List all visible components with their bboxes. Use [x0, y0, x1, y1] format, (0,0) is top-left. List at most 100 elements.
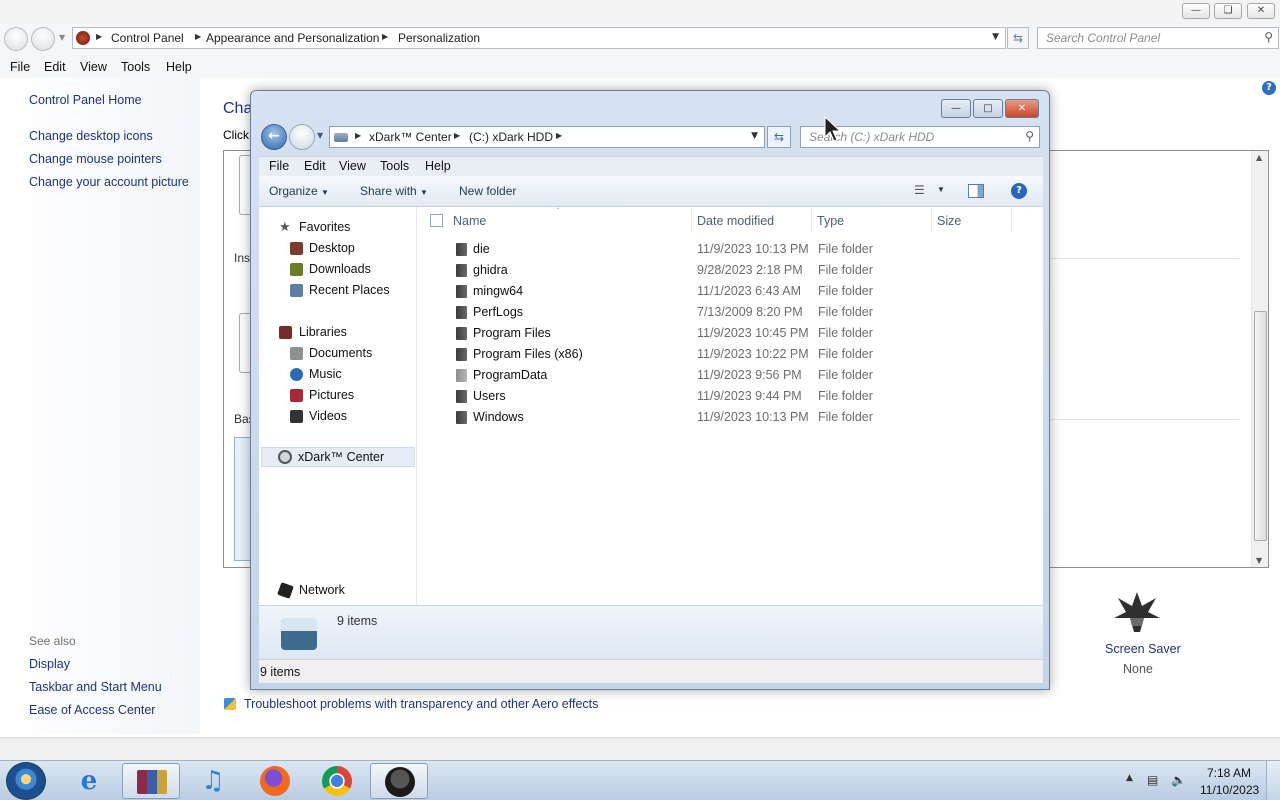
nav-libraries[interactable]: Libraries — [299, 325, 347, 339]
explorer-menu-view[interactable]: View — [339, 159, 366, 173]
ease-of-access-link[interactable]: Ease of Access Center — [29, 703, 155, 717]
cp-recent-pages-icon[interactable]: ▼ — [59, 33, 65, 42]
view-options-icon[interactable]: ☰ — [914, 183, 925, 197]
column-header-date[interactable]: Date modified — [697, 214, 774, 228]
explorer-back-button[interactable]: ← — [261, 124, 287, 150]
nav-music[interactable]: Music — [309, 367, 342, 381]
show-desktop-button[interactable] — [1266, 761, 1280, 800]
column-header-type[interactable]: Type — [817, 214, 844, 228]
cp-back-button[interactable] — [4, 27, 28, 51]
volume-muted-icon[interactable]: 🔈 — [1171, 773, 1186, 787]
breadcrumb-xdark-center[interactable]: xDark™ Center — [369, 130, 452, 144]
taskbar-firefox-button[interactable] — [246, 763, 304, 799]
table-row[interactable]: ghidra 9/28/2023 2:18 PM File folder — [418, 260, 1038, 281]
explorer-menu-help[interactable]: Help — [425, 159, 451, 173]
change-desktop-icons-link[interactable]: Change desktop icons — [29, 129, 153, 143]
column-header-size[interactable]: Size — [937, 214, 961, 228]
change-mouse-pointers-link[interactable]: Change mouse pointers — [29, 152, 162, 166]
nav-network[interactable]: Network — [299, 583, 345, 597]
preview-pane-icon[interactable] — [968, 184, 984, 198]
taskbar-chrome-button[interactable] — [308, 763, 366, 799]
table-row[interactable]: Program Files 11/9/2023 10:45 PM File fo… — [418, 323, 1038, 344]
cp-search-input[interactable]: Search Control Panel ⚲ — [1037, 27, 1279, 49]
explorer-close-button[interactable]: ✕ — [1005, 99, 1039, 118]
search-icon[interactable]: ⚲ — [1264, 30, 1273, 44]
clock-time[interactable]: 7:18 AM — [1207, 766, 1251, 780]
screen-saver-icon[interactable] — [1112, 588, 1162, 636]
table-row[interactable]: Windows 11/9/2023 10:13 PM File folder — [418, 407, 1038, 428]
column-divider[interactable] — [1011, 210, 1012, 230]
column-divider[interactable] — [691, 210, 692, 230]
chevron-down-icon[interactable]: ▼ — [751, 131, 758, 141]
taskbar-ie-button[interactable]: e — [60, 763, 118, 799]
column-divider[interactable] — [931, 210, 932, 230]
cp-forward-button[interactable] — [31, 27, 55, 51]
taskbar-winrar-button[interactable] — [122, 763, 180, 799]
taskbar-explorer-button[interactable] — [370, 763, 428, 799]
nav-pictures[interactable]: Pictures — [309, 388, 354, 402]
nav-xdark-center[interactable]: xDark™ Center — [298, 450, 384, 464]
table-row[interactable]: Users 11/9/2023 9:44 PM File folder — [418, 386, 1038, 407]
breadcrumb-control-panel[interactable]: Control Panel — [111, 31, 184, 45]
explorer-menu-edit[interactable]: Edit — [304, 159, 326, 173]
explorer-minimize-button[interactable]: — — [941, 99, 971, 118]
select-all-checkbox[interactable] — [430, 214, 443, 227]
help-icon[interactable]: ? — [1011, 183, 1027, 199]
troubleshoot-aero-link[interactable]: Troubleshoot problems with transparency … — [244, 697, 598, 711]
cp-minimize-button[interactable]: — — [1182, 3, 1210, 19]
clock-date[interactable]: 11/10/2023 — [1200, 783, 1259, 797]
nav-favorites[interactable]: Favorites — [299, 220, 350, 234]
scroll-up-icon[interactable]: ▲ — [1256, 153, 1262, 162]
help-icon[interactable]: ? — [1262, 81, 1276, 95]
nav-videos[interactable]: Videos — [309, 409, 347, 423]
explorer-address-bar[interactable]: ▶ xDark™ Center ▶ (C:) xDark HDD ▶ ▼ — [329, 126, 765, 148]
display-link[interactable]: Display — [29, 657, 70, 671]
share-with-button[interactable]: Share with ▼ — [360, 184, 428, 198]
explorer-menu-tools[interactable]: Tools — [380, 159, 409, 173]
cp-menu-help[interactable]: Help — [166, 60, 192, 74]
cp-vertical-scrollbar[interactable]: ▲ ▼ — [1251, 151, 1268, 567]
organize-button[interactable]: Organize ▼ — [269, 184, 329, 198]
chevron-down-icon[interactable]: ▼ — [937, 185, 945, 194]
cp-menu-file[interactable]: File — [10, 60, 30, 74]
cp-address-bar[interactable]: ▶ Control Panel ▶ Appearance and Persona… — [72, 27, 1006, 49]
nav-documents[interactable]: Documents — [309, 346, 372, 360]
breadcrumb-personalization[interactable]: Personalization — [398, 31, 480, 45]
table-row[interactable]: die 11/9/2023 10:13 PM File folder — [418, 239, 1038, 260]
nav-computer-selected[interactable]: xDark™ Center — [261, 447, 415, 467]
taskbar-start-menu-link[interactable]: Taskbar and Start Menu — [29, 680, 162, 694]
explorer-refresh-button[interactable]: ⇆ — [767, 126, 791, 148]
cp-menu-edit[interactable]: Edit — [44, 60, 66, 74]
change-account-picture-link[interactable]: Change your account picture — [29, 175, 189, 189]
cp-refresh-button[interactable]: ⇆ — [1007, 27, 1029, 49]
breadcrumb-c-drive[interactable]: (C:) xDark HDD — [469, 130, 553, 144]
search-icon[interactable]: ⚲ — [1025, 129, 1034, 143]
table-row[interactable]: PerfLogs 7/13/2009 8:20 PM File folder — [418, 302, 1038, 323]
column-header-name[interactable]: Name — [453, 214, 486, 228]
table-row[interactable]: ProgramData 11/9/2023 9:56 PM File folde… — [418, 365, 1038, 386]
breadcrumb-appearance[interactable]: Appearance and Personalization — [206, 31, 379, 45]
column-divider[interactable] — [811, 210, 812, 230]
cp-restore-button[interactable]: ❏ — [1214, 3, 1242, 19]
table-row[interactable]: Program Files (x86) 11/9/2023 10:22 PM F… — [418, 344, 1038, 365]
chevron-down-icon[interactable]: ▼ — [992, 32, 999, 42]
nav-downloads[interactable]: Downloads — [309, 262, 371, 276]
start-button[interactable] — [6, 762, 46, 800]
cp-close-button[interactable]: ✕ — [1247, 3, 1275, 19]
table-row[interactable]: mingw64 11/1/2023 6:43 AM File folder — [418, 281, 1038, 302]
nav-desktop[interactable]: Desktop — [309, 241, 355, 255]
cp-menu-view[interactable]: View — [80, 60, 107, 74]
new-folder-button[interactable]: New folder — [459, 184, 516, 198]
taskbar-itunes-button[interactable]: ♫ — [184, 763, 242, 799]
scrollbar-thumb[interactable] — [1254, 311, 1267, 541]
nav-recent-places[interactable]: Recent Places — [309, 283, 390, 297]
explorer-menu-file[interactable]: File — [269, 159, 289, 173]
screen-saver-label[interactable]: Screen Saver — [1105, 642, 1181, 656]
network-tray-icon[interactable]: ▤ — [1147, 773, 1158, 787]
scroll-down-icon[interactable]: ▼ — [1256, 556, 1262, 565]
show-hidden-icons-icon[interactable]: ▲ — [1126, 773, 1133, 783]
explorer-forward-button[interactable] — [289, 124, 315, 150]
control-panel-home-link[interactable]: Control Panel Home — [29, 93, 142, 107]
explorer-maximize-button[interactable]: □ — [973, 99, 1003, 118]
explorer-recent-pages-icon[interactable]: ▼ — [317, 131, 323, 140]
